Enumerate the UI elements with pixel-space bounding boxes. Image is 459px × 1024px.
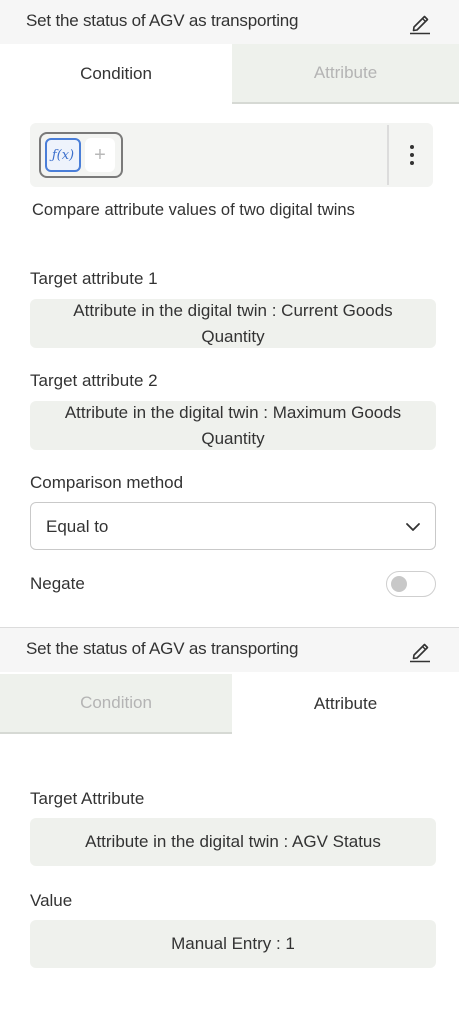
- function-icon[interactable]: ƒ(x): [45, 138, 81, 172]
- target-attribute-1-field[interactable]: Attribute in the digital twin : Current …: [30, 299, 436, 348]
- negate-toggle[interactable]: [386, 571, 436, 597]
- tab-condition[interactable]: Condition: [0, 44, 232, 104]
- toggle-knob: [391, 576, 407, 592]
- value-field[interactable]: Manual Entry : 1: [30, 920, 436, 968]
- plus-icon[interactable]: +: [85, 138, 115, 172]
- toolbar-divider: [387, 125, 389, 185]
- condition-panel: Set the status of AGV as transporting Co…: [0, 0, 459, 627]
- comparison-method-label: Comparison method: [30, 473, 184, 492]
- negate-label: Negate: [30, 574, 85, 593]
- value-label: Value: [30, 891, 73, 910]
- condition-type-group: ƒ(x) +: [39, 132, 123, 178]
- condition-toolbar: ƒ(x) +: [30, 123, 433, 187]
- condition-description: Compare attribute values of two digital …: [32, 201, 355, 219]
- tab-bar: Condition Attribute: [0, 674, 459, 734]
- panel-header: Set the status of AGV as transporting: [0, 628, 459, 672]
- panel-title: Set the status of AGV as transporting: [26, 639, 299, 658]
- panel-header: Set the status of AGV as transporting: [0, 0, 459, 44]
- target-attribute-field[interactable]: Attribute in the digital twin : AGV Stat…: [30, 818, 436, 866]
- edit-pencil-icon[interactable]: [405, 7, 435, 37]
- comparison-method-value: Equal to: [46, 517, 109, 536]
- target-attribute-1-label: Target attribute 1: [30, 269, 158, 288]
- more-vertical-icon[interactable]: [398, 137, 426, 173]
- comparison-method-select[interactable]: Equal to: [30, 502, 436, 550]
- chevron-down-icon: [403, 517, 423, 537]
- target-attribute-2-field[interactable]: Attribute in the digital twin : Maximum …: [30, 401, 436, 450]
- edit-pencil-icon[interactable]: [405, 635, 435, 665]
- tab-attribute[interactable]: Attribute: [232, 674, 459, 734]
- target-attribute-label: Target Attribute: [30, 789, 145, 808]
- target-attribute-2-label: Target attribute 2: [30, 371, 158, 390]
- panel-title: Set the status of AGV as transporting: [26, 11, 299, 30]
- tab-bar: Condition Attribute: [0, 44, 459, 104]
- tab-attribute[interactable]: Attribute: [232, 44, 459, 104]
- attribute-panel: Set the status of AGV as transporting Co…: [0, 627, 459, 1024]
- tab-condition[interactable]: Condition: [0, 674, 232, 734]
